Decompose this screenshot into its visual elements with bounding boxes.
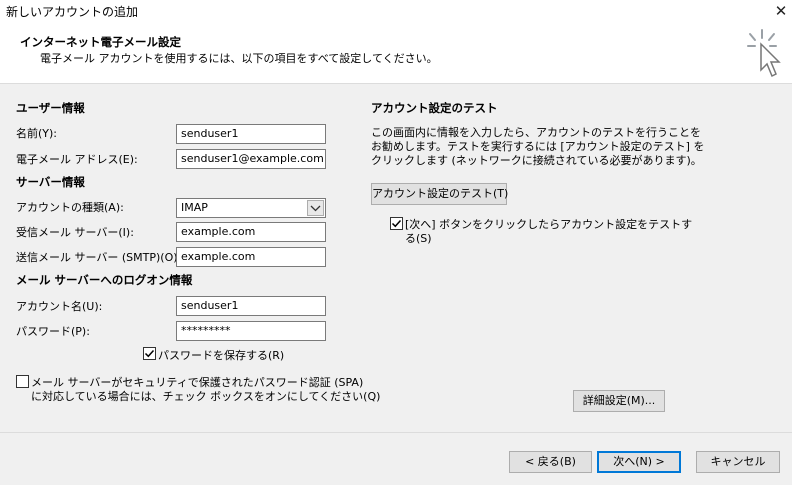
- account-name-label: アカウント名(U):: [16, 300, 103, 313]
- test-account-settings-button[interactable]: アカウント設定のテスト(T): [371, 183, 508, 205]
- footer-divider: [0, 432, 792, 433]
- password-label: パスワード(P):: [16, 325, 90, 338]
- next-button[interactable]: 次へ(N) >: [597, 451, 681, 473]
- name-label: 名前(Y):: [16, 127, 58, 140]
- checkmark-icon: [391, 219, 402, 228]
- page-subtitle: 電子メール アカウントを使用するには、以下の項目をすべて設定してください。: [40, 52, 438, 65]
- checkmark-icon: [144, 349, 155, 358]
- auto-test-checkbox[interactable]: [390, 217, 403, 230]
- test-description-line3: クリックします (ネットワークに接続されている必要があります)。: [371, 154, 702, 167]
- account-type-label: アカウントの種類(A):: [16, 201, 124, 214]
- outgoing-server-label: 送信メール サーバー (SMTP)(O):: [16, 251, 182, 264]
- account-type-value: IMAP: [181, 201, 208, 214]
- cancel-button[interactable]: キャンセル: [696, 451, 780, 473]
- more-settings-button[interactable]: 詳細設定(M)...: [573, 390, 665, 412]
- email-field[interactable]: senduser1@example.com: [176, 149, 326, 169]
- window-title: 新しいアカウントの追加: [6, 5, 139, 19]
- name-field[interactable]: senduser1: [176, 124, 326, 144]
- chevron-down-icon[interactable]: [307, 200, 324, 216]
- spa-checkbox[interactable]: [16, 375, 29, 388]
- wizard-cursor-icon: [742, 26, 788, 80]
- incoming-server-label: 受信メール サーバー(I):: [16, 226, 134, 239]
- spa-label-line2[interactable]: に対応している場合には、チェック ボックスをオンにしてください(Q): [31, 388, 380, 404]
- account-name-field[interactable]: senduser1: [176, 296, 326, 316]
- email-label: 電子メール アドレス(E):: [16, 153, 138, 166]
- user-info-heading: ユーザー情報: [16, 101, 85, 115]
- close-icon[interactable]: ✕: [770, 0, 792, 22]
- back-button[interactable]: < 戻る(B): [509, 451, 592, 473]
- outgoing-server-field[interactable]: example.com: [176, 247, 326, 267]
- auto-test-label-line1[interactable]: [次へ] ボタンをクリックしたらアカウント設定をテストす: [405, 216, 692, 232]
- remember-password-checkbox[interactable]: [143, 347, 156, 360]
- server-info-heading: サーバー情報: [16, 175, 85, 189]
- remember-password-label[interactable]: パスワードを保存する(R): [158, 347, 284, 363]
- account-type-select[interactable]: IMAP: [176, 198, 326, 218]
- logon-info-heading: メール サーバーへのログオン情報: [16, 273, 193, 287]
- test-settings-heading: アカウント設定のテスト: [371, 101, 498, 115]
- page-title: インターネット電子メール設定: [20, 35, 181, 49]
- incoming-server-field[interactable]: example.com: [176, 222, 326, 242]
- password-field[interactable]: *********: [176, 321, 326, 341]
- auto-test-label-line2[interactable]: る(S): [405, 230, 432, 246]
